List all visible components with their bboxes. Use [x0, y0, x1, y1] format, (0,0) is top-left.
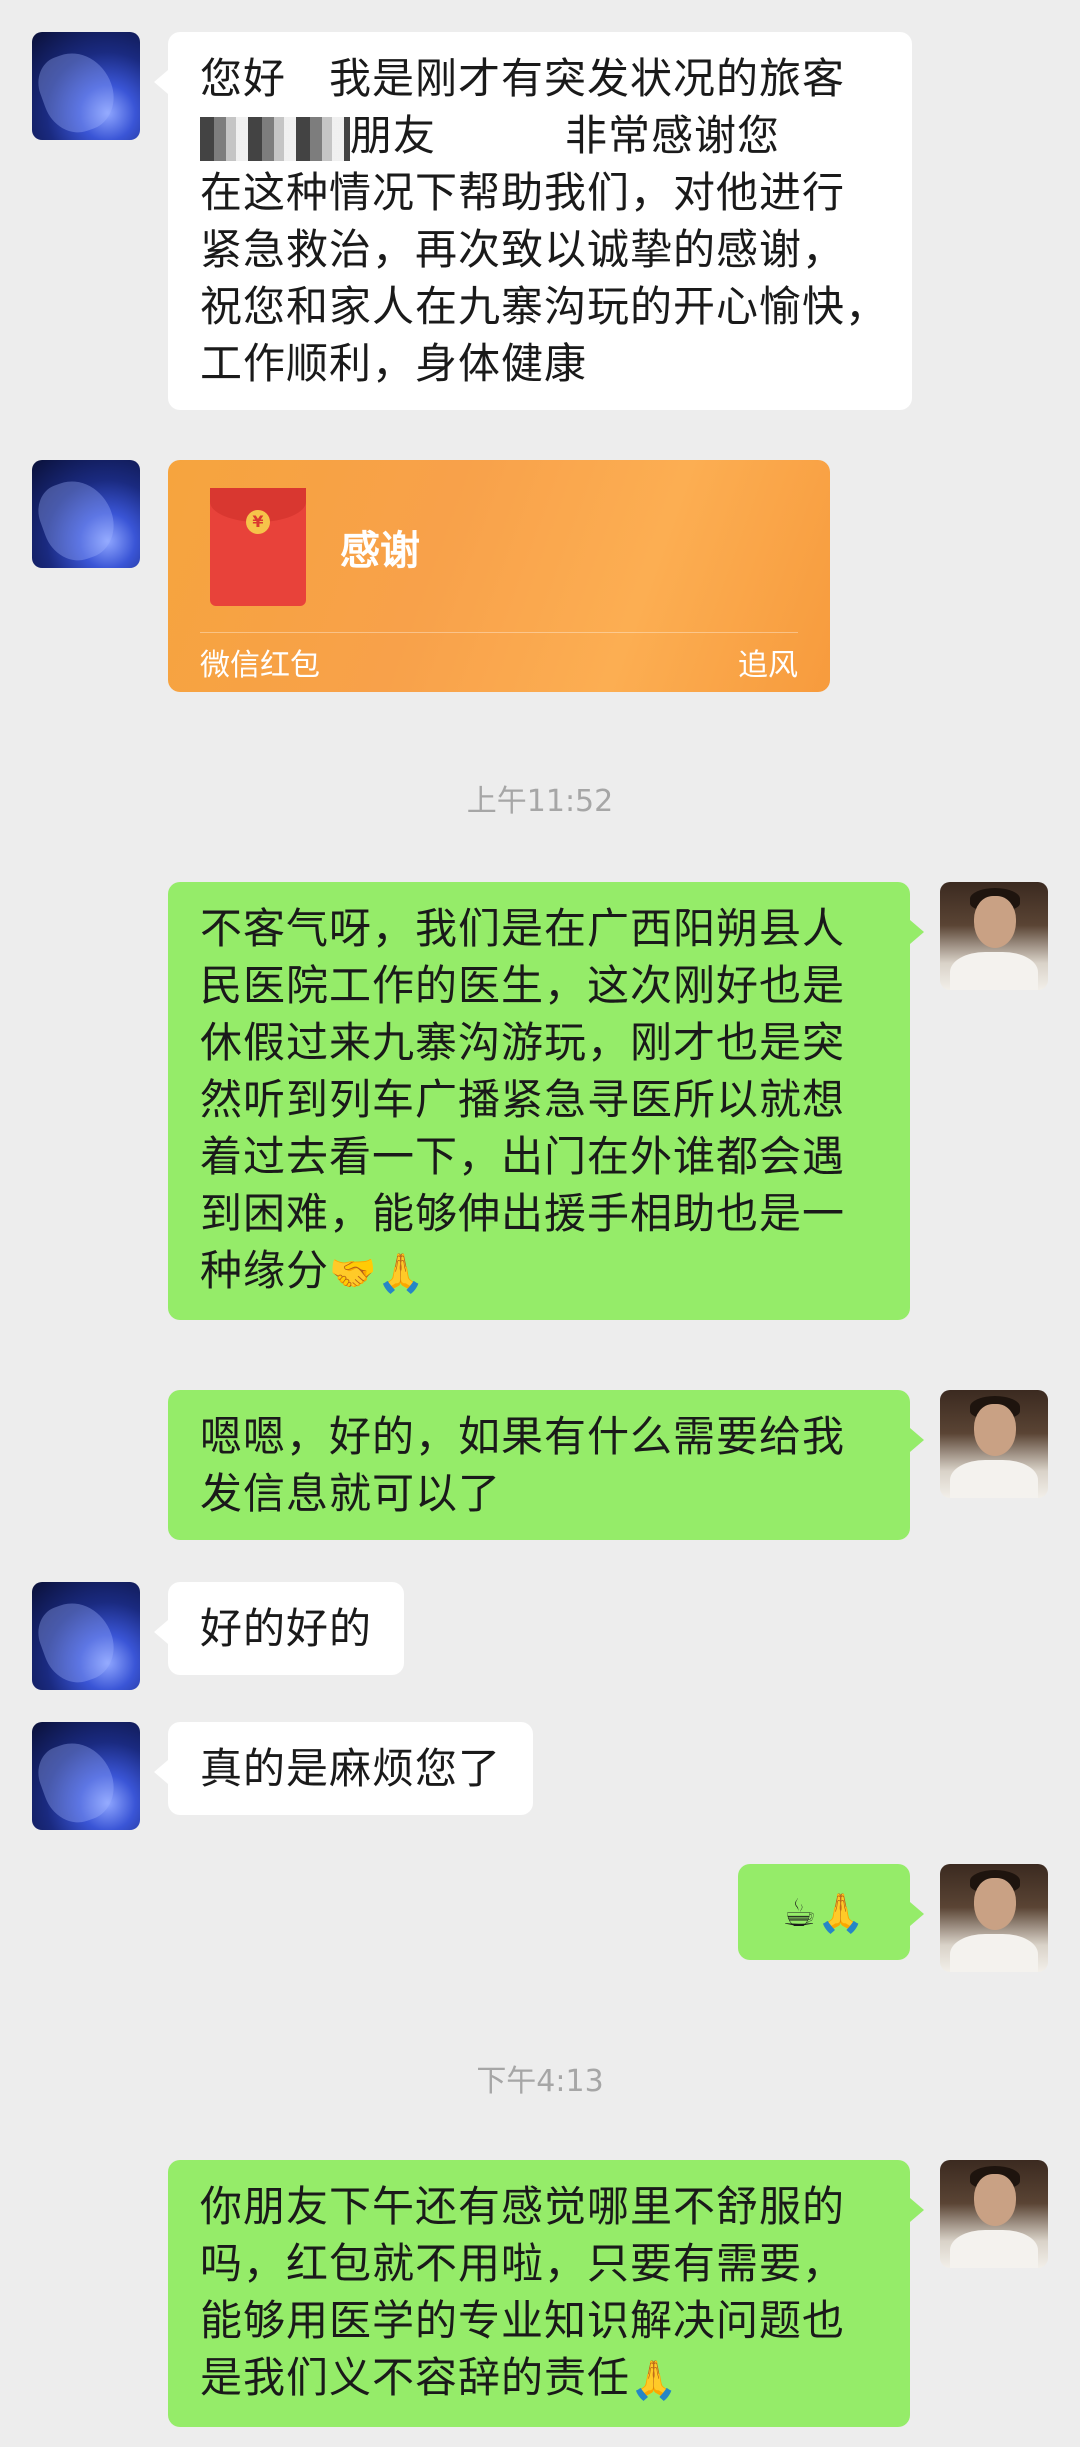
redacted-text — [200, 116, 350, 161]
timestamp: 上午11:52 — [466, 784, 614, 819]
message-bubble[interactable]: ☕🙏 — [738, 1864, 924, 1960]
pray-emoji: 🙏 — [630, 2358, 679, 2402]
message-line: 到困难，能够伸出援手相助也是一 — [200, 1189, 846, 1238]
contact-avatar[interactable] — [32, 32, 140, 140]
red-packet-sender: 追风 — [738, 648, 798, 683]
contact-avatar[interactable] — [32, 1582, 140, 1690]
my-avatar[interactable] — [940, 1390, 1048, 1498]
message-line: 休假过来九寨沟游玩，刚才也是突 — [200, 1018, 846, 1067]
red-packet-card[interactable]: ¥ 感谢 微信红包 追风 — [168, 460, 830, 692]
message-bubble[interactable]: 好的好的 — [153, 1582, 405, 1675]
red-packet-title: 感谢 — [340, 528, 420, 574]
message-line: 是我们义不容辞的责任🙏 — [200, 2349, 878, 2409]
message-bubble[interactable]: 您好 我是刚才有突发状况的旅客 朋友 非常感谢您 在这种情况下帮助我们，对他进行… — [154, 32, 912, 410]
message-line: 紧急救治，再次致以诚挚的感谢， — [200, 225, 846, 274]
message-line: 真的是麻烦您了 — [200, 1744, 502, 1793]
coffee-pray-emoji: ☕🙏 — [782, 1891, 866, 1935]
contact-avatar[interactable] — [32, 1722, 140, 1830]
message-line: 民医院工作的医生，这次刚好也是 — [200, 961, 846, 1010]
red-packet-label: 微信红包 — [200, 648, 320, 683]
message-line: 然听到列车广播紧急寻医所以就想 — [200, 1075, 846, 1124]
message-line: 工作顺利，身体健康 — [200, 339, 588, 388]
message-line: 吗，红包就不用啦，只要有需要， — [200, 2239, 846, 2288]
message-bubble[interactable]: 不客气呀，我们是在广西阳朔县人 民医院工作的医生，这次刚好也是 休假过来九寨沟游… — [168, 882, 924, 1320]
message-line: 朋友 非常感谢您 — [200, 107, 880, 164]
message-bubble[interactable]: 你朋友下午还有感觉哪里不舒服的 吗，红包就不用啦，只要有需要， 能够用医学的专业… — [168, 2160, 924, 2427]
message-line: 种缘分🤝🙏 — [200, 1242, 878, 1302]
message-line: 您好 我是刚才有突发状况的旅客 — [200, 54, 846, 103]
message-bubble[interactable]: 嗯嗯，好的，如果有什么需要给我 发信息就可以了 — [168, 1390, 924, 1540]
message-line: 发信息就可以了 — [200, 1469, 502, 1518]
message-line: 嗯嗯，好的，如果有什么需要给我 — [200, 1412, 846, 1461]
message-line: 好的好的 — [200, 1604, 373, 1653]
handshake-pray-emoji: 🤝🙏 — [329, 1251, 426, 1295]
divider — [200, 632, 798, 633]
message-line: 不客气呀，我们是在广西阳朔县人 — [200, 904, 846, 953]
timestamp: 下午4:13 — [476, 2064, 604, 2099]
message-line: 能够用医学的专业知识解决问题也 — [200, 2296, 846, 2345]
message-line: 着过去看一下，出门在外谁都会遇 — [200, 1132, 846, 1181]
my-avatar[interactable] — [940, 882, 1048, 990]
message-line: 在这种情况下帮助我们，对他进行 — [200, 168, 846, 217]
contact-avatar[interactable] — [32, 460, 140, 568]
message-line: 祝您和家人在九寨沟玩的开心愉快， — [200, 282, 889, 331]
my-avatar[interactable] — [940, 1864, 1048, 1972]
red-envelope-icon: ¥ — [210, 488, 306, 606]
my-avatar[interactable] — [940, 2160, 1048, 2268]
chat-screen: { "messages": { "m1": { "sender": "other… — [0, 0, 1080, 2447]
message-bubble[interactable]: 真的是麻烦您了 — [153, 1722, 534, 1815]
message-line: 你朋友下午还有感觉哪里不舒服的 — [200, 2182, 846, 2231]
